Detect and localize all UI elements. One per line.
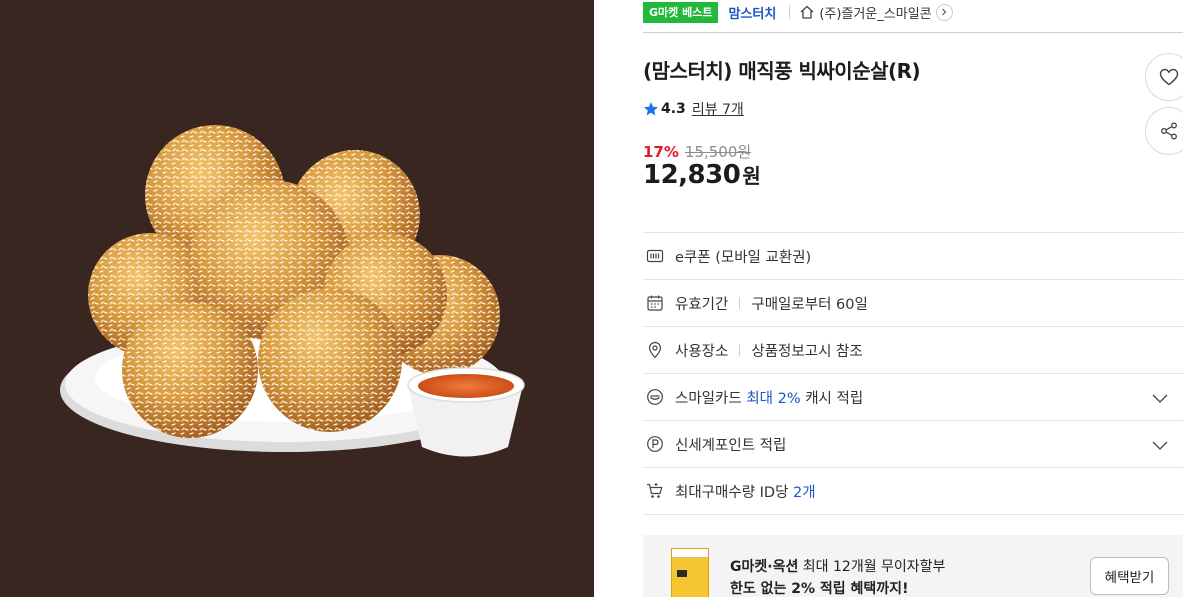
promo-line1-rest: 최대 12개월 무이자할부 xyxy=(798,559,946,575)
product-info-panel: G마켓 베스트 맘스터치 (주)즐거운_스마일콘 (맘스터치) 매직풍 빅싸이순… xyxy=(643,0,1183,597)
smilecard-suffix: 캐시 적립 xyxy=(800,390,864,407)
wish-button[interactable] xyxy=(1145,53,1183,101)
smile-card-icon xyxy=(647,389,663,405)
credit-card-icon xyxy=(671,548,709,597)
product-info-list: e쿠폰 (모바일 교환권) 유효기간 구매일로부터 60일 사용장소 상품정보고… xyxy=(643,232,1183,515)
currency-unit: 원 xyxy=(742,164,761,188)
sale-price: 12,830 xyxy=(643,160,741,190)
smilecard-highlight: 최대 2% xyxy=(746,390,801,407)
usage-place-label: 사용장소 xyxy=(675,343,729,360)
validity-label: 유효기간 xyxy=(675,296,729,313)
smilecard-prefix: 스마일카드 xyxy=(675,390,747,407)
promo-line2: 한도 없는 2% 적립 혜택까지! xyxy=(730,581,909,597)
coupon-type-row: e쿠폰 (모바일 교환권) xyxy=(643,233,1183,280)
heart-icon xyxy=(1159,68,1179,86)
shinsegae-points-row[interactable]: 신세계포인트 적립 xyxy=(643,421,1183,468)
validity-value: 구매일로부터 60일 xyxy=(751,296,868,313)
max-quantity-row: 최대구매수량 ID당 2개 xyxy=(643,468,1183,515)
max-quantity-highlight: 2개 xyxy=(793,484,816,501)
share-icon xyxy=(1161,122,1177,140)
usage-place-value: 상품정보고시 참조 xyxy=(751,343,863,360)
home-icon xyxy=(800,5,814,19)
share-button[interactable] xyxy=(1145,107,1183,155)
chevron-down-icon[interactable] xyxy=(1151,389,1169,407)
review-count-link[interactable]: 리뷰 7개 xyxy=(692,99,744,119)
promo-line1-bold: G마켓·옥션 xyxy=(730,559,799,575)
star-icon xyxy=(644,102,658,116)
sale-price-row: 12,830 원 xyxy=(643,160,761,190)
location-pin-icon xyxy=(648,341,662,359)
smilecard-row[interactable]: 스마일카드 최대 2% 캐시 적립 xyxy=(643,374,1183,421)
cart-icon xyxy=(647,483,663,498)
barcode-icon xyxy=(646,249,664,263)
shinsegae-points-text: 신세계포인트 적립 xyxy=(675,437,787,454)
card-promo-banner: G마켓·옥션 최대 12개월 무이자할부 한도 없는 2% 적립 혜택까지! 혜… xyxy=(643,535,1183,597)
row-divider xyxy=(739,297,741,309)
max-quantity-prefix: 최대구매수량 ID당 xyxy=(675,484,794,501)
discount-row: 17% 15,500원 xyxy=(643,141,751,162)
usage-place-row: 사용장소 상품정보고시 참조 xyxy=(643,327,1183,374)
calendar-icon xyxy=(647,295,663,311)
product-image xyxy=(0,0,594,597)
product-title: (맘스터치) 매직풍 빅싸이순살(R) xyxy=(643,59,921,83)
point-p-icon xyxy=(647,436,663,452)
chevron-down-icon[interactable] xyxy=(1151,436,1169,454)
fried-chicken-illustration xyxy=(60,125,525,457)
rating-summary: 4.3 리뷰 7개 xyxy=(643,99,744,119)
original-price: 15,500원 xyxy=(684,143,752,161)
brand-link[interactable]: 맘스터치 xyxy=(728,3,776,22)
breadcrumb: G마켓 베스트 맘스터치 (주)즐거운_스마일콘 xyxy=(643,0,953,24)
validity-row: 유효기간 구매일로부터 60일 xyxy=(643,280,1183,327)
promo-text: G마켓·옥션 최대 12개월 무이자할부 한도 없는 2% 적립 혜택까지! xyxy=(730,556,945,597)
shop-link[interactable]: (주)즐거운_스마일콘 xyxy=(819,3,931,22)
breadcrumb-divider xyxy=(789,5,791,19)
get-benefit-button[interactable]: 혜택받기 xyxy=(1090,557,1169,595)
shop-chevron-right-icon[interactable] xyxy=(935,3,953,21)
row-divider xyxy=(739,344,741,356)
gmarket-best-badge[interactable]: G마켓 베스트 xyxy=(643,1,719,23)
coupon-type-text: e쿠폰 (모바일 교환권) xyxy=(675,249,812,266)
discount-rate: 17% xyxy=(643,142,679,161)
rating-value: 4.3 xyxy=(661,101,686,117)
header-divider xyxy=(643,32,1183,33)
